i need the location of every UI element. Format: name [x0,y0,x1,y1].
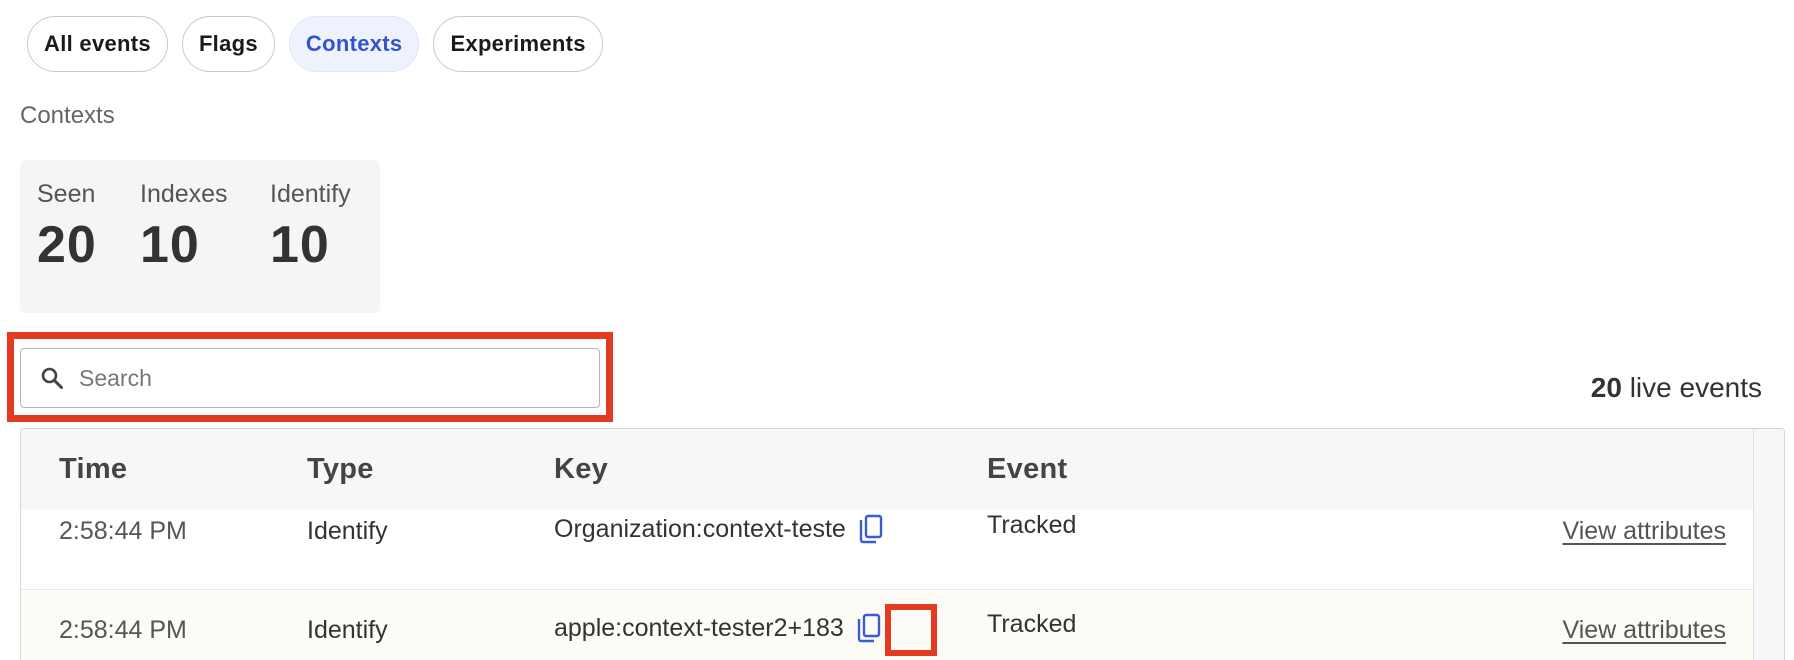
cell-key: apple:context-tester2+183 [554,612,884,644]
cell-type: Identify [307,616,388,644]
stat-label: Seen [37,180,96,208]
live-events-page: All events Flags Contexts Experiments Co… [0,0,1794,660]
live-events-label: live events [1629,372,1762,403]
copy-key-button[interactable] [856,513,886,545]
tab-contexts[interactable]: Contexts [288,16,420,72]
copy-icon [859,514,883,544]
copy-icon [857,613,880,643]
column-header-time: Time [59,453,128,485]
table-row: 2:58:44 PM Identify Organization:context… [21,509,1754,590]
table-header: Time Type Key Event [21,429,1754,509]
search-input[interactable] [77,363,581,393]
stat-value: 10 [140,216,200,274]
stat-seen: Seen 20 [37,180,97,275]
stat-indexes: Indexes 10 [140,180,228,275]
cell-event: Tracked [987,511,1077,539]
copy-highlight-box [885,604,937,656]
stat-label: Indexes [140,180,228,208]
stat-value: 20 [37,216,97,274]
copy-key-button[interactable] [854,612,884,644]
event-filter-tabs: All events Flags Contexts Experiments [27,16,603,72]
search-icon [39,365,65,391]
stat-label: Identify [270,180,351,208]
table-row: 2:58:44 PM Identify apple:context-tester… [21,590,1754,660]
cell-type: Identify [307,517,388,545]
events-table: Time Type Key Event 2:58:44 PM Identify … [20,428,1785,660]
context-key-text: apple:context-tester2+183 [554,613,844,642]
search-field[interactable] [20,348,600,408]
column-header-key: Key [554,453,609,485]
view-attributes-link[interactable]: View attributes [1562,616,1726,645]
tab-all-events[interactable]: All events [27,16,168,72]
table-scrollbar[interactable] [1753,429,1784,660]
section-title: Contexts [20,102,115,129]
live-events-count: 20 [1590,372,1622,403]
live-events-counter: 20 live events [1591,372,1762,404]
cell-key: Organization:context-teste [554,513,886,545]
view-attributes-link[interactable]: View attributes [1562,517,1726,546]
column-header-type: Type [307,453,374,485]
cell-time: 2:58:44 PM [59,517,187,545]
cell-time: 2:58:44 PM [59,616,187,644]
stat-value: 10 [270,216,330,274]
tab-experiments[interactable]: Experiments [433,16,603,72]
tab-flags[interactable]: Flags [181,16,275,72]
column-header-event: Event [987,453,1068,485]
cell-event: Tracked [987,610,1077,638]
stat-identify: Identify 10 [270,180,351,275]
context-key-text: Organization:context-teste [554,514,846,543]
stats-card: Seen 20 Indexes 10 Identify 10 [20,160,380,313]
